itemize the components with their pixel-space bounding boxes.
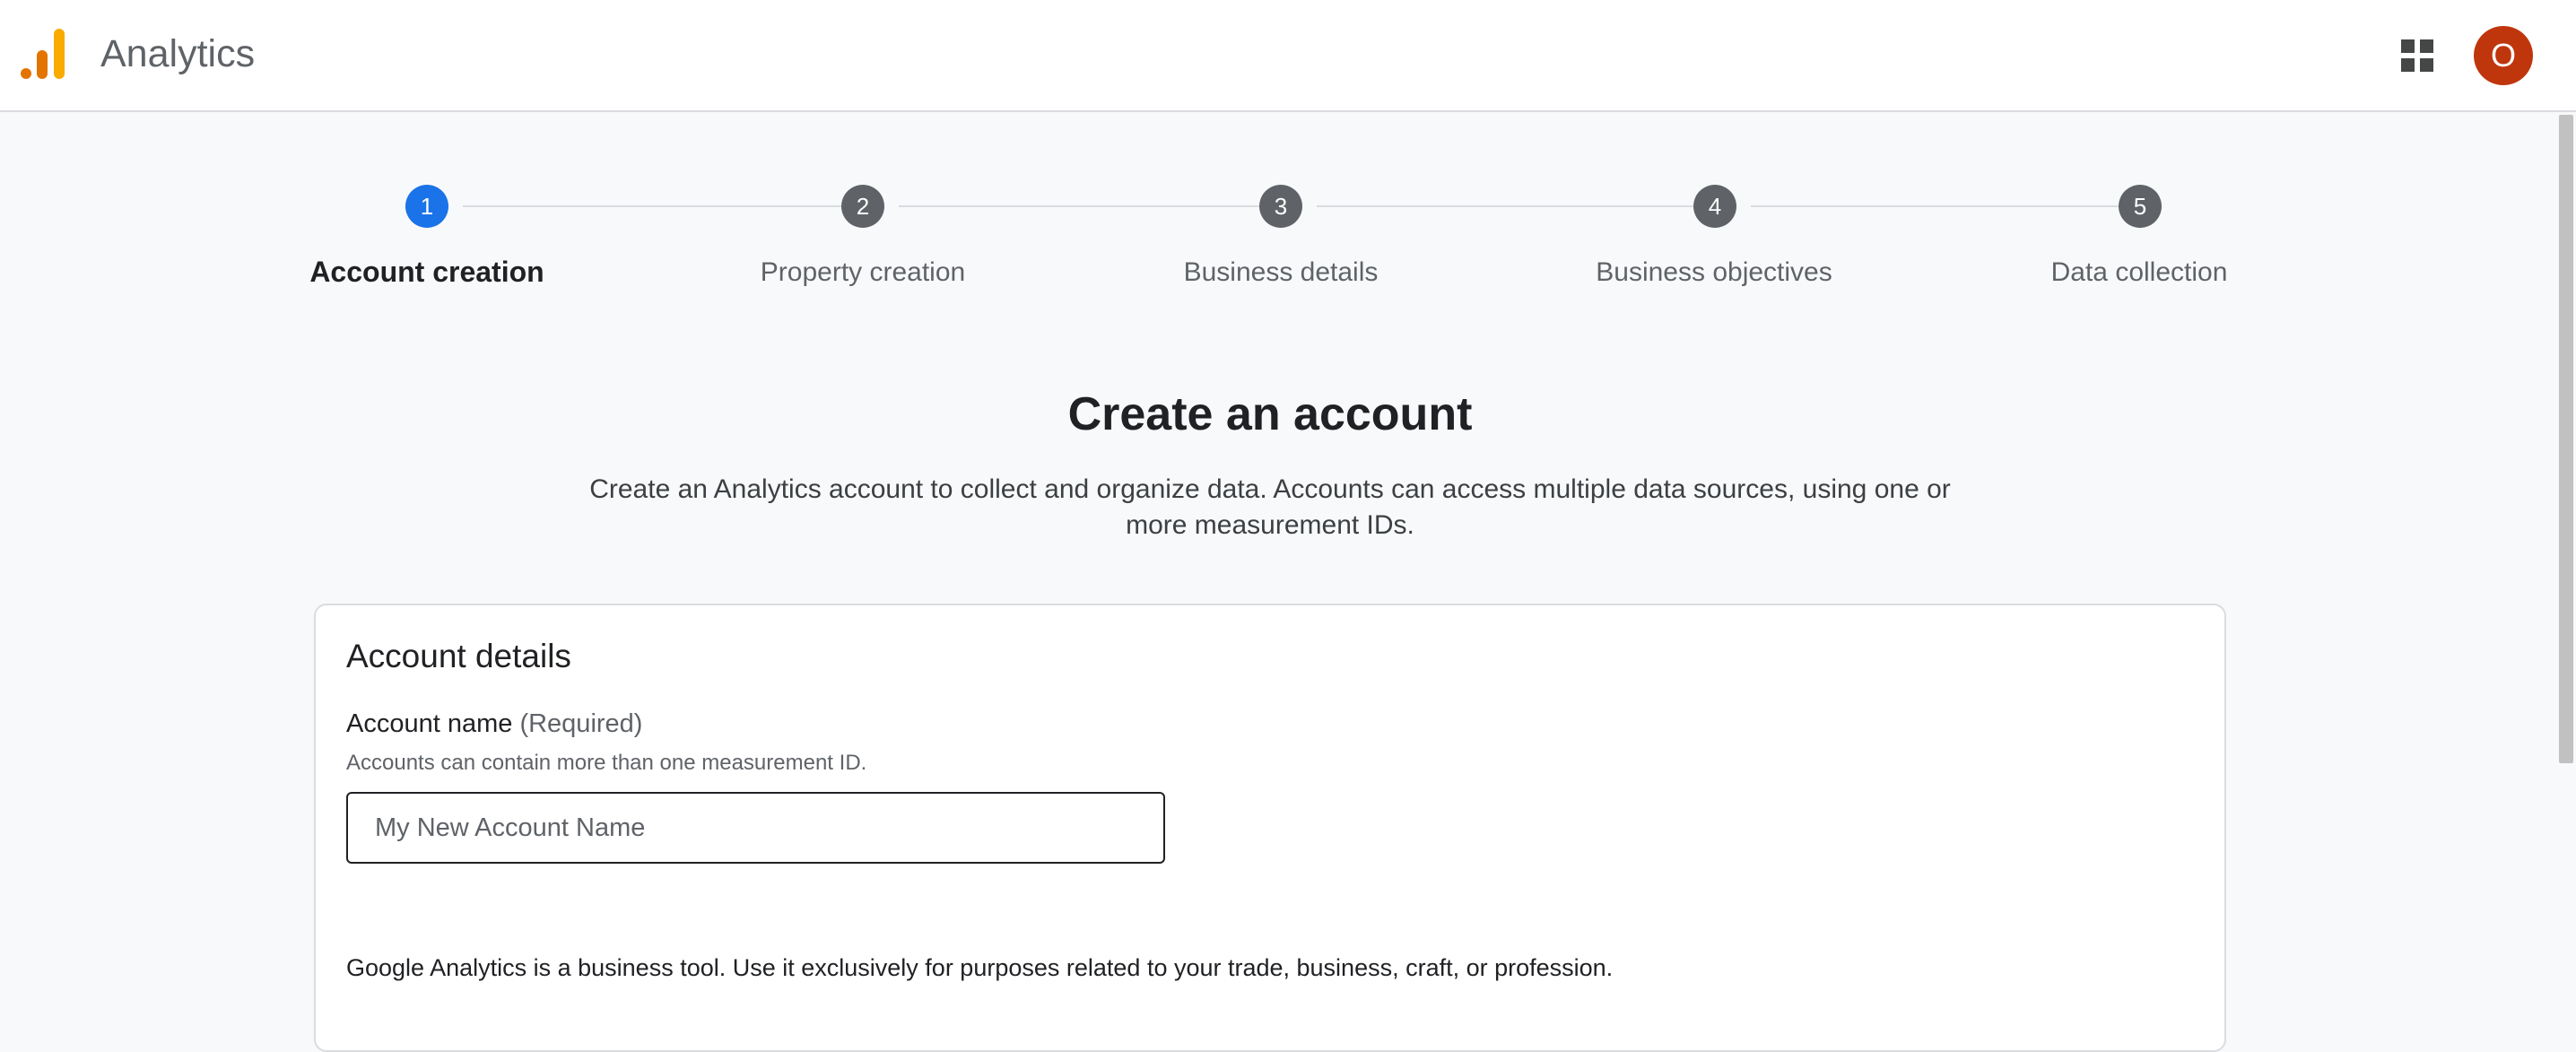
account-name-input[interactable] bbox=[346, 792, 1165, 864]
apps-grid-icon[interactable] bbox=[2399, 38, 2435, 74]
step-connector bbox=[463, 205, 841, 207]
step-connector bbox=[1751, 205, 2119, 207]
step-1-label: Account creation bbox=[309, 256, 544, 288]
account-name-label-text: Account name bbox=[346, 709, 513, 738]
page-description: Create an Analytics account to collect a… bbox=[589, 474, 1951, 540]
analytics-logo-icon[interactable] bbox=[20, 27, 68, 81]
step-connector bbox=[899, 205, 1259, 207]
card-title: Account details bbox=[346, 638, 571, 674]
required-indicator: (Required) bbox=[519, 709, 643, 738]
step-1-indicator: 1 bbox=[405, 185, 448, 228]
business-tool-disclaimer: Google Analytics is a business tool. Use… bbox=[346, 954, 1614, 981]
account-name-hint: Accounts can contain more than one measu… bbox=[346, 751, 867, 775]
step-2-label: Property creation bbox=[760, 257, 966, 287]
page-title: Create an account bbox=[1067, 388, 1473, 440]
app-title: Analytics bbox=[100, 32, 256, 75]
account-name-label: Account name (Required) bbox=[346, 709, 642, 739]
step-3-indicator: 3 bbox=[1259, 185, 1302, 228]
page-scrollbar-thumb[interactable] bbox=[2559, 115, 2573, 763]
step-4-label: Business objectives bbox=[1596, 257, 1832, 287]
top-app-bar: Analytics O bbox=[0, 0, 2576, 112]
step-4-indicator: 4 bbox=[1693, 185, 1736, 228]
step-connector bbox=[1317, 205, 1693, 207]
step-3-label: Business details bbox=[1183, 257, 1379, 287]
account-avatar[interactable]: O bbox=[2474, 26, 2533, 85]
step-2-indicator: 2 bbox=[841, 185, 884, 228]
step-5-indicator: 5 bbox=[2119, 185, 2162, 228]
account-details-card: Account details Account name (Required) … bbox=[314, 604, 2226, 1052]
step-5-label: Data collection bbox=[2050, 257, 2228, 287]
